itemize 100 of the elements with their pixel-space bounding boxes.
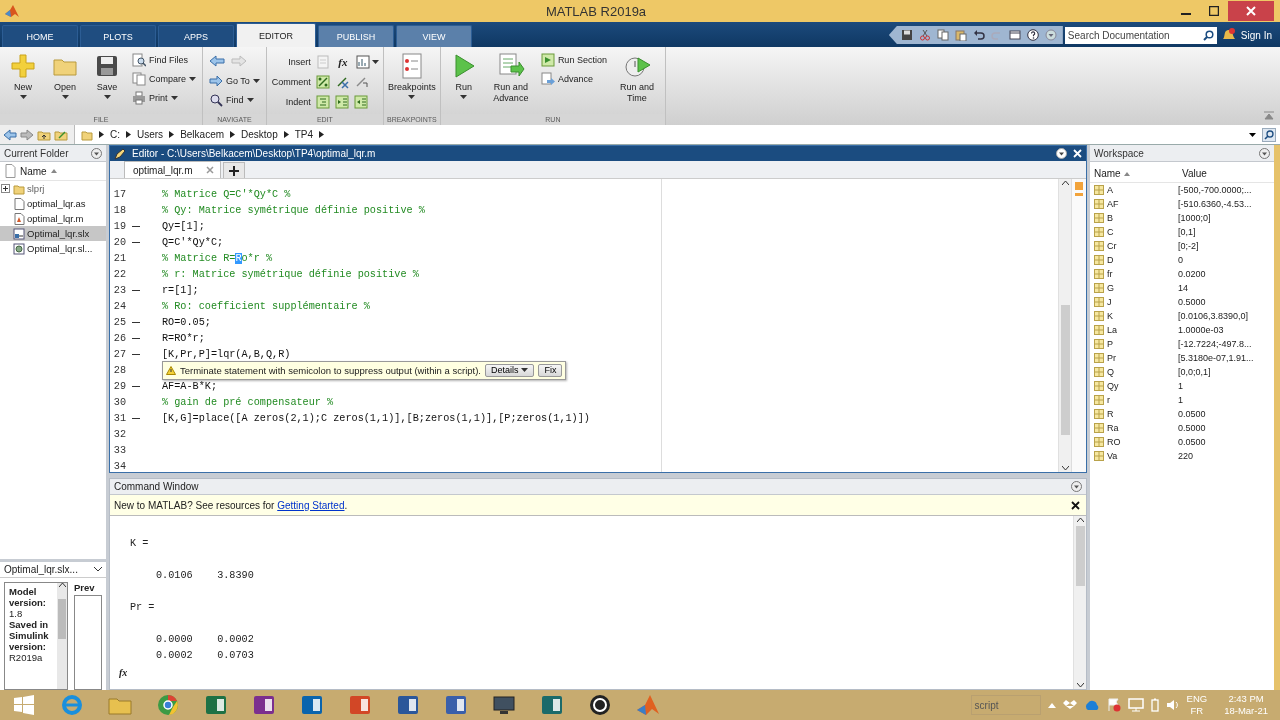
file-item[interactable]: optimal_lqr.m <box>0 211 106 226</box>
app-tile-icon[interactable] <box>445 694 467 716</box>
variable-name[interactable]: r <box>1107 395 1110 405</box>
back-arrow-icon[interactable] <box>209 55 225 67</box>
variable-name[interactable]: D <box>1107 255 1114 265</box>
search-icon[interactable] <box>1262 127 1276 142</box>
ribbon-button[interactable]: Find <box>207 92 262 108</box>
variable-name[interactable]: AF <box>1107 199 1119 209</box>
app-tile-icon[interactable] <box>205 694 227 716</box>
dropdown-icon[interactable] <box>1259 147 1270 159</box>
maximize-icon[interactable] <box>1209 6 1219 16</box>
path-segment[interactable]: Desktop <box>241 129 278 140</box>
app-tile-icon[interactable] <box>301 694 323 716</box>
ribbon-button[interactable]: Advance <box>538 71 609 87</box>
path-segment[interactable]: TP4 <box>294 129 314 140</box>
chevron-down-icon[interactable] <box>94 567 102 572</box>
variable-name[interactable]: P <box>1107 339 1113 349</box>
browse-folder-icon[interactable] <box>54 128 68 141</box>
variable-name[interactable]: RO <box>1107 437 1121 447</box>
variable-name[interactable]: Cr <box>1107 241 1117 251</box>
app-tile-icon[interactable] <box>253 694 275 716</box>
dropdown-icon[interactable] <box>91 147 102 159</box>
ribbon-button[interactable]: Go To <box>207 73 262 89</box>
ribbon-button[interactable]: Print <box>130 90 198 106</box>
ribbon-button[interactable]: Breakpoints <box>387 50 436 101</box>
variable-name[interactable]: Ra <box>1107 423 1119 433</box>
ribbon-button[interactable]: Run and Time <box>612 50 661 106</box>
scroll-up-icon[interactable] <box>58 583 66 587</box>
collapse-icon[interactable] <box>1264 111 1274 121</box>
ribbon-button[interactable]: Run Section <box>538 52 609 68</box>
forward-arrow-icon[interactable] <box>20 128 34 141</box>
path-segment[interactable]: C: <box>110 129 120 140</box>
column-header[interactable]: Name <box>1094 168 1121 179</box>
ribbon-tab[interactable]: APPS <box>158 25 234 47</box>
flag-icon[interactable] <box>1106 698 1121 712</box>
scroll-down-icon[interactable] <box>1061 466 1069 470</box>
ribbon-tab[interactable]: HOME <box>2 25 78 47</box>
dropdown-icon[interactable] <box>1071 481 1082 492</box>
file-item[interactable]: Optimal_lqr.sl... <box>0 241 106 256</box>
details-title[interactable]: Optimal_lqr.slx... <box>4 564 78 575</box>
variable-name[interactable]: Pr <box>1107 353 1116 363</box>
undo-icon[interactable] <box>972 29 985 41</box>
column-header[interactable]: Name <box>20 165 47 177</box>
variable-name[interactable]: Va <box>1107 451 1118 461</box>
search-field[interactable]: Search Documentation <box>1064 27 1201 44</box>
ribbon-button[interactable]: Run <box>444 50 483 101</box>
ribbon-tab[interactable]: PUBLISH <box>318 25 394 47</box>
aperture-icon[interactable] <box>589 694 611 716</box>
variable-name[interactable]: fr <box>1107 269 1113 279</box>
variable-name[interactable]: A <box>1107 185 1113 195</box>
app-tile-icon[interactable] <box>397 694 419 716</box>
scrollbar-thumb[interactable] <box>1075 526 1085 586</box>
monitor-icon[interactable] <box>492 695 516 715</box>
app-tile-icon[interactable] <box>541 694 563 716</box>
variable-name[interactable]: C <box>1107 227 1114 237</box>
new-tab-button[interactable] <box>223 162 246 178</box>
dropdown-icon[interactable] <box>1056 148 1067 159</box>
file-tab[interactable]: optimal_lqr.m <box>124 161 222 178</box>
cut-icon[interactable] <box>918 29 931 41</box>
dropdown-icon[interactable] <box>1044 29 1057 41</box>
variable-name[interactable]: K <box>1107 311 1113 321</box>
scrollbar-thumb[interactable] <box>58 599 66 639</box>
sign-in-link[interactable]: Sign In <box>1240 30 1272 41</box>
ribbon-button[interactable]: Compare <box>130 71 198 87</box>
search-icon[interactable] <box>1203 30 1215 41</box>
scroll-up-icon[interactable] <box>1076 518 1084 522</box>
scrollbar-thumb[interactable] <box>1060 305 1070 435</box>
paste-icon[interactable] <box>954 29 967 41</box>
variable-name[interactable]: La <box>1107 325 1117 335</box>
scroll-down-icon[interactable] <box>1076 683 1084 687</box>
chart-icon[interactable] <box>355 55 370 69</box>
ribbon-button[interactable]: Open <box>46 50 84 101</box>
copy-icon[interactable] <box>936 29 949 41</box>
browser-icon[interactable] <box>157 694 179 716</box>
help-icon[interactable] <box>1026 29 1039 41</box>
scroll-up-icon[interactable] <box>1061 181 1069 185</box>
variable-name[interactable]: Qy <box>1107 381 1119 391</box>
ribbon-button[interactable]: Save <box>88 50 126 101</box>
expand-box-icon[interactable] <box>1 184 10 193</box>
ribbon-tab[interactable]: EDITOR <box>236 23 316 47</box>
ribbon-tab[interactable]: PLOTS <box>80 25 156 47</box>
increase-indent-icon[interactable] <box>334 95 349 109</box>
function-symbol[interactable]: fx <box>334 56 351 68</box>
decrease-indent-icon[interactable] <box>353 95 368 109</box>
ribbon-button[interactable]: Find Files <box>130 52 198 68</box>
variable-name[interactable]: G <box>1107 283 1114 293</box>
variable-name[interactable]: J <box>1107 297 1112 307</box>
save-icon[interactable] <box>900 29 913 41</box>
comment-icon[interactable] <box>315 75 330 89</box>
ribbon-tab[interactable]: VIEW <box>396 25 472 47</box>
variable-name[interactable]: R <box>1107 409 1114 419</box>
close-icon[interactable] <box>1071 500 1080 510</box>
app-tile-icon[interactable] <box>349 694 371 716</box>
path-segment[interactable]: Belkacem <box>180 129 225 140</box>
tooltip-button[interactable]: Details <box>484 363 535 377</box>
column-header[interactable]: Value <box>1178 168 1207 179</box>
path-segment[interactable]: Users <box>137 129 164 140</box>
ribbon-button[interactable]: Run and Advance <box>486 50 535 106</box>
back-arrow-icon[interactable] <box>3 128 17 141</box>
up-folder-icon[interactable] <box>37 128 51 141</box>
